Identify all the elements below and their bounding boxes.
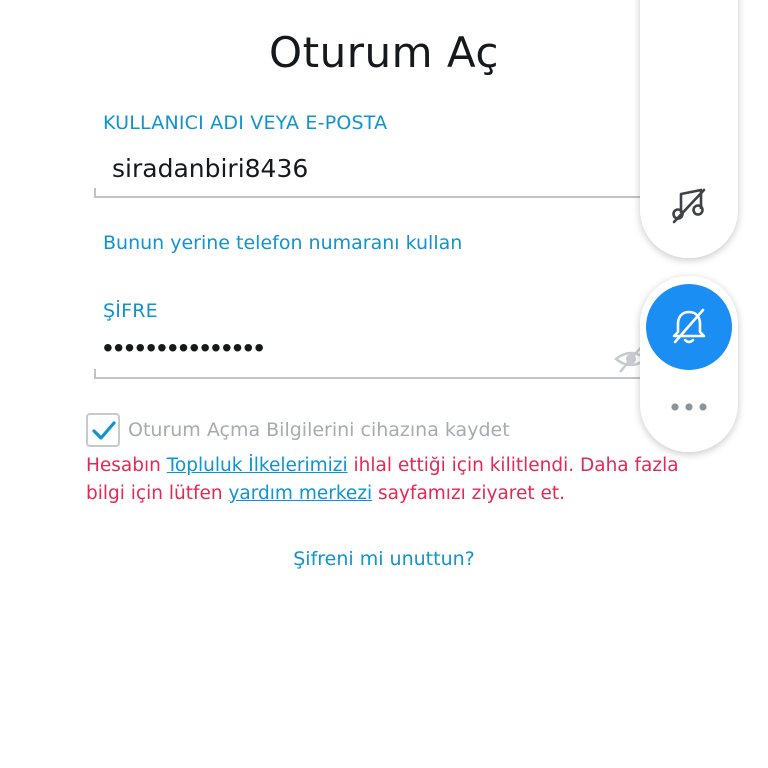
remember-checkbox[interactable]: [86, 413, 120, 447]
mute-notifications-button[interactable]: [646, 284, 732, 370]
bell-slash-icon: [672, 308, 706, 344]
remember-label: Oturum Açma Bilgilerini cihazına kaydet: [128, 419, 510, 441]
error-text-1: Hesabın: [86, 455, 167, 476]
side-panel-top: [640, 0, 738, 258]
password-label: ŞİFRE: [103, 300, 158, 322]
password-field[interactable]: •••••••••••••••: [103, 334, 265, 362]
password-underline: [94, 369, 654, 379]
help-center-link[interactable]: yardım merkezi: [228, 483, 372, 504]
side-panel-bottom: [640, 276, 738, 452]
community-guidelines-link[interactable]: Topluluk İlkelerimizi: [167, 455, 348, 476]
username-label: KULLANICI ADI VEYA E-POSTA: [103, 112, 388, 134]
username-underline: [94, 188, 654, 198]
use-phone-link[interactable]: Bunun yerine telefon numaranı kullan: [103, 232, 462, 254]
more-dots-icon[interactable]: [668, 400, 710, 414]
account-locked-message: Hesabın Topluluk İlkelerimizi ihlal etti…: [86, 452, 706, 508]
forgot-password-link[interactable]: Şifreni mi unuttun?: [0, 548, 768, 570]
username-field[interactable]: siradanbiri8436: [112, 154, 308, 183]
error-text-3: sayfamızı ziyaret et.: [372, 483, 566, 504]
music-note-slash-icon[interactable]: [670, 186, 708, 224]
checkmark-icon: [92, 421, 116, 440]
